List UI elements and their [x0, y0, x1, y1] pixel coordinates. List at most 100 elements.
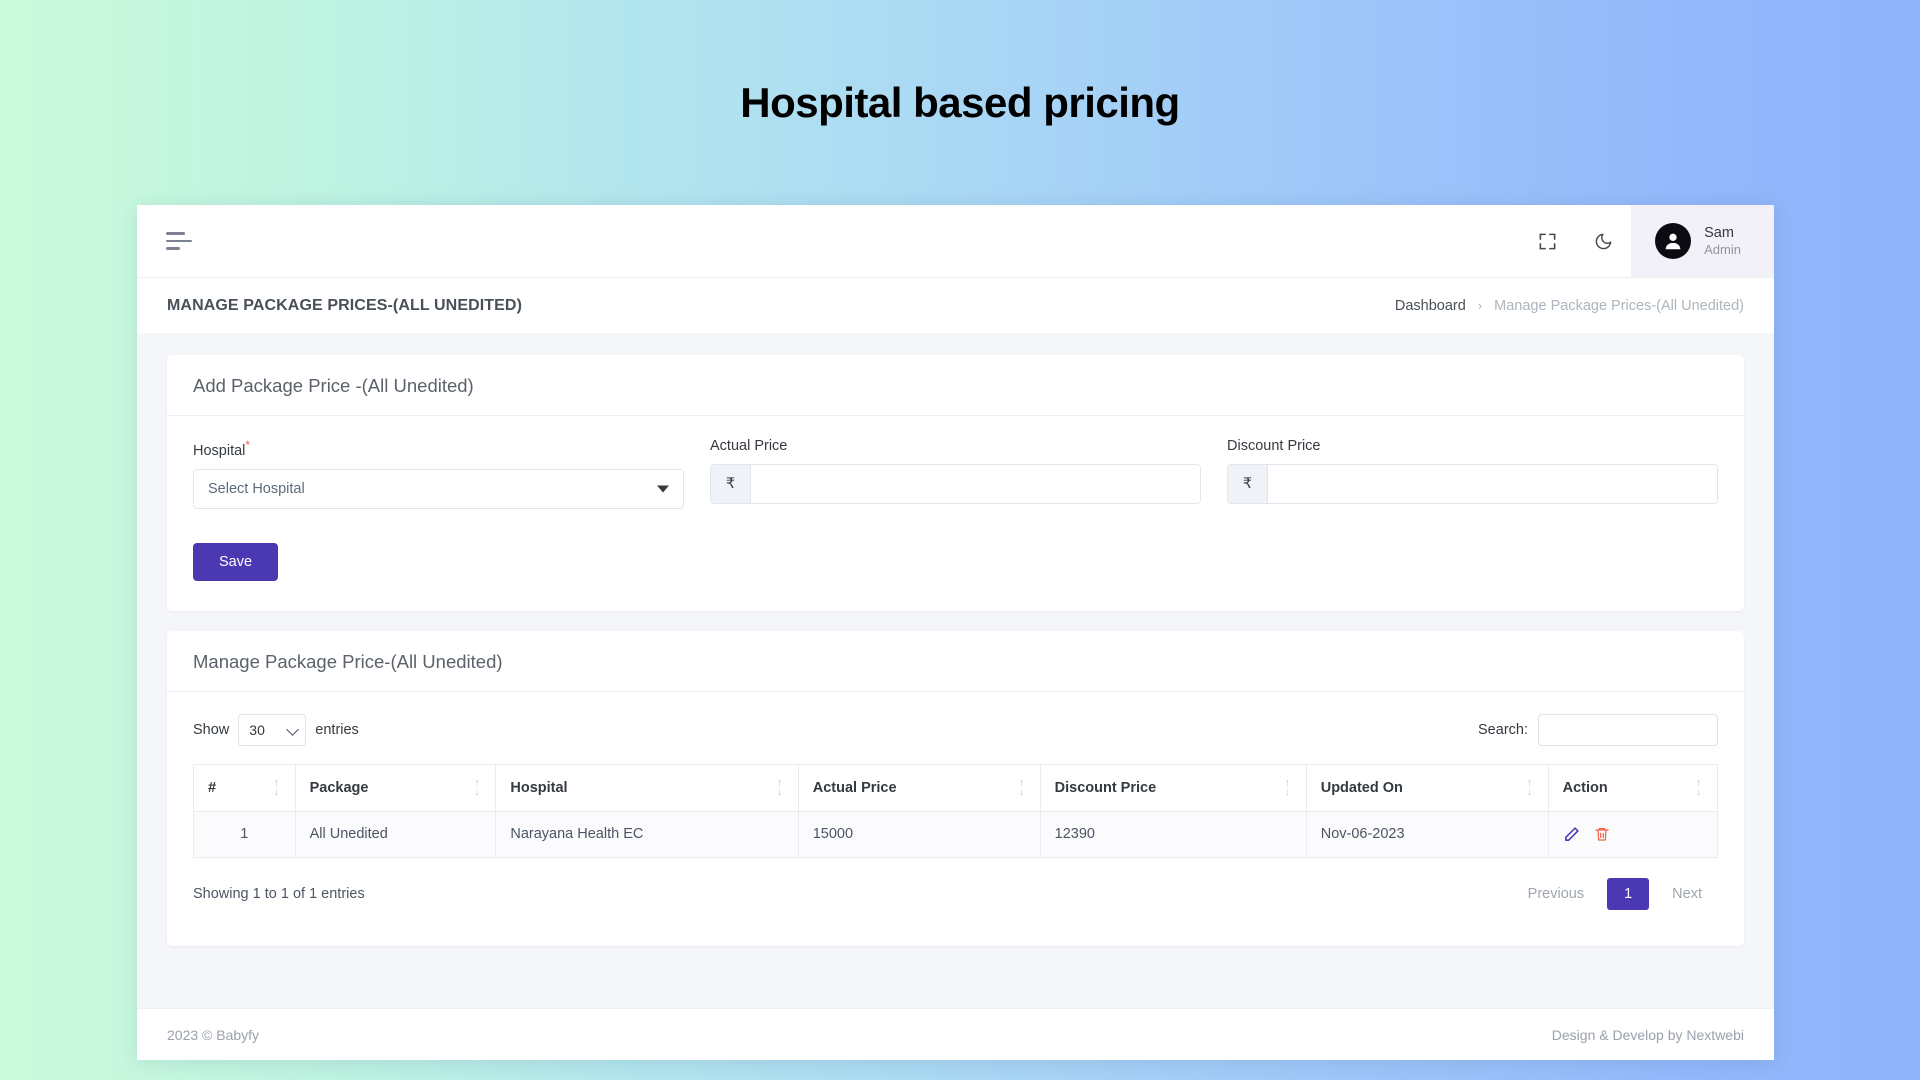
pagination-page-1[interactable]: 1 — [1607, 877, 1650, 910]
hospital-label-text: Hospital — [193, 442, 246, 459]
sort-icon: ↑ ↓ — [1696, 776, 1702, 798]
hospital-field-group: Hospital* Select Hospital — [193, 438, 684, 509]
poster-title: Hospital based pricing — [740, 78, 1180, 126]
delete-icon[interactable] — [1594, 826, 1610, 842]
table-head: # ↑ ↓ Package ↑ ↓ Hospital ↑ ↓ Actual Price ↑ ↓ … — [193, 763, 1719, 812]
breadcrumb-dashboard[interactable]: Dashboard — [1395, 298, 1466, 314]
cell-hospital: Narayana Health EC — [495, 810, 799, 858]
topbar-left — [137, 205, 192, 277]
row-actions — [1563, 826, 1703, 843]
app-footer: 2023 © Babyfy Design & Develop by Nextwe… — [137, 1008, 1774, 1060]
hospital-label: Hospital* — [193, 438, 684, 459]
user-role: Admin — [1704, 241, 1741, 257]
table-row: 1 All Unedited Narayana Health EC 15000 … — [193, 810, 1719, 858]
table-header-row: # ↑ ↓ Package ↑ ↓ Hospital ↑ ↓ Actual Price ↑ ↓ … — [193, 763, 1719, 812]
manage-card-title: Manage Package Price-(All Unedited) — [193, 650, 503, 672]
th-updated-on-label: Updated On — [1320, 779, 1403, 796]
add-card-header: Add Package Price -(All Unedited) — [167, 355, 1744, 416]
actual-price-input[interactable] — [751, 465, 1200, 503]
breadcrumb-current: Manage Package Prices-(All Unedited) — [1494, 297, 1744, 314]
app-window: Sam Admin MANAGE PACKAGE PRICES-(ALL UNE… — [137, 205, 1774, 1060]
show-entries-control: Show 30 entries — [193, 713, 359, 746]
moon-icon[interactable] — [1575, 205, 1631, 277]
user-menu[interactable]: Sam Admin — [1631, 205, 1774, 277]
discount-price-input-group: ₹ — [1227, 464, 1718, 504]
required-marker: * — [245, 438, 251, 452]
pagination-next[interactable]: Next — [1656, 879, 1718, 909]
table-toolbar: Show 30 entries Search: — [193, 713, 1718, 764]
sort-icon: ↑ ↓ — [273, 776, 280, 798]
hospital-select[interactable]: Select Hospital — [193, 468, 684, 509]
user-name: Sam — [1704, 224, 1734, 241]
add-card-body: Hospital* Select Hospital Actual Price ₹ — [167, 416, 1744, 611]
cell-actual-price: 15000 — [797, 810, 1041, 858]
fullscreen-icon[interactable] — [1519, 205, 1575, 277]
hamburger-line — [166, 232, 185, 235]
hamburger-icon[interactable] — [166, 232, 192, 250]
cell-discount-price: 12390 — [1039, 810, 1307, 858]
table-footer: Showing 1 to 1 of 1 entries Previous 1 N… — [193, 858, 1718, 916]
sort-icon: ↑ ↓ — [474, 776, 480, 798]
search-label: Search: — [1478, 721, 1528, 738]
chevron-right-icon: › — [1477, 298, 1483, 313]
form-row: Hospital* Select Hospital Actual Price ₹ — [193, 438, 1718, 509]
topbar-right: Sam Admin — [1519, 205, 1774, 277]
topbar: Sam Admin — [137, 205, 1774, 277]
showing-entries-text: Showing 1 to 1 of 1 entries — [193, 885, 365, 902]
save-button[interactable]: Save — [193, 542, 279, 581]
manage-card-header: Manage Package Price-(All Unedited) — [167, 631, 1744, 692]
th-actual-price[interactable]: Actual Price ↑ ↓ — [797, 763, 1041, 812]
cell-action — [1547, 810, 1719, 858]
footer-copyright: 2023 © Babyfy — [167, 1026, 260, 1043]
edit-icon[interactable] — [1563, 826, 1580, 843]
page-title: MANAGE PACKAGE PRICES-(ALL UNEDITED) — [167, 296, 523, 314]
th-updated-on[interactable]: Updated On ↑ ↓ — [1305, 763, 1549, 812]
th-action[interactable]: Action ↑ ↓ — [1547, 763, 1719, 812]
search-input[interactable] — [1538, 713, 1718, 746]
manage-card-body: Show 30 entries Search: # ↑ ↓ Package ↑ … — [167, 692, 1744, 946]
entries-label: entries — [315, 721, 359, 738]
rupee-icon: ₹ — [711, 465, 751, 503]
show-label: Show — [193, 721, 230, 738]
th-discount-price-label: Discount Price — [1054, 779, 1157, 796]
discount-price-input[interactable] — [1268, 465, 1717, 503]
discount-price-field-group: Discount Price ₹ — [1227, 438, 1718, 509]
hamburger-line — [166, 239, 192, 243]
rupee-icon: ₹ — [1228, 465, 1268, 503]
pagination: Previous 1 Next — [1512, 877, 1718, 910]
add-package-price-card: Add Package Price -(All Unedited) Hospit… — [167, 355, 1744, 611]
sort-icon: ↑ ↓ — [1284, 776, 1291, 798]
th-number[interactable]: # ↑ ↓ — [193, 763, 296, 812]
breadcrumb: Dashboard › Manage Package Prices-(All U… — [1395, 298, 1744, 314]
th-discount-price[interactable]: Discount Price ↑ ↓ — [1039, 763, 1307, 812]
cell-package: All Unedited — [294, 810, 497, 858]
table-body: 1 All Unedited Narayana Health EC 15000 … — [193, 810, 1719, 858]
page-head: MANAGE PACKAGE PRICES-(ALL UNEDITED) Das… — [137, 277, 1774, 333]
th-package[interactable]: Package ↑ ↓ — [294, 763, 497, 812]
discount-price-label: Discount Price — [1227, 438, 1321, 454]
hamburger-line — [166, 247, 180, 250]
add-card-title: Add Package Price -(All Unedited) — [193, 375, 474, 396]
cell-number: 1 — [193, 810, 296, 858]
footer-credit: Design & Develop by Nextwebi — [1551, 1026, 1744, 1043]
sort-icon: ↑ ↓ — [1526, 776, 1533, 798]
sort-icon: ↑ ↓ — [1018, 776, 1025, 798]
th-package-label: Package — [309, 779, 369, 796]
user-text: Sam Admin — [1704, 224, 1741, 258]
actual-price-label: Actual Price — [710, 438, 788, 454]
search-control: Search: — [1478, 713, 1718, 746]
package-price-table: # ↑ ↓ Package ↑ ↓ Hospital ↑ ↓ Actual Price ↑ ↓ … — [193, 763, 1719, 858]
th-hospital-label: Hospital — [510, 779, 568, 796]
entries-select-wrap: 30 — [238, 713, 307, 746]
th-action-label: Action — [1562, 779, 1608, 796]
th-actual-price-label: Actual Price — [812, 779, 897, 796]
entries-select[interactable]: 30 — [238, 713, 307, 746]
hospital-select-wrap: Select Hospital — [193, 468, 684, 509]
actual-price-field-group: Actual Price ₹ — [710, 438, 1201, 509]
avatar — [1655, 223, 1692, 259]
content-area: Add Package Price -(All Unedited) Hospit… — [137, 333, 1774, 1008]
th-number-label: # — [208, 779, 217, 796]
pagination-previous[interactable]: Previous — [1512, 879, 1600, 909]
th-hospital[interactable]: Hospital ↑ ↓ — [495, 763, 799, 812]
manage-package-price-card: Manage Package Price-(All Unedited) Show… — [167, 630, 1744, 946]
